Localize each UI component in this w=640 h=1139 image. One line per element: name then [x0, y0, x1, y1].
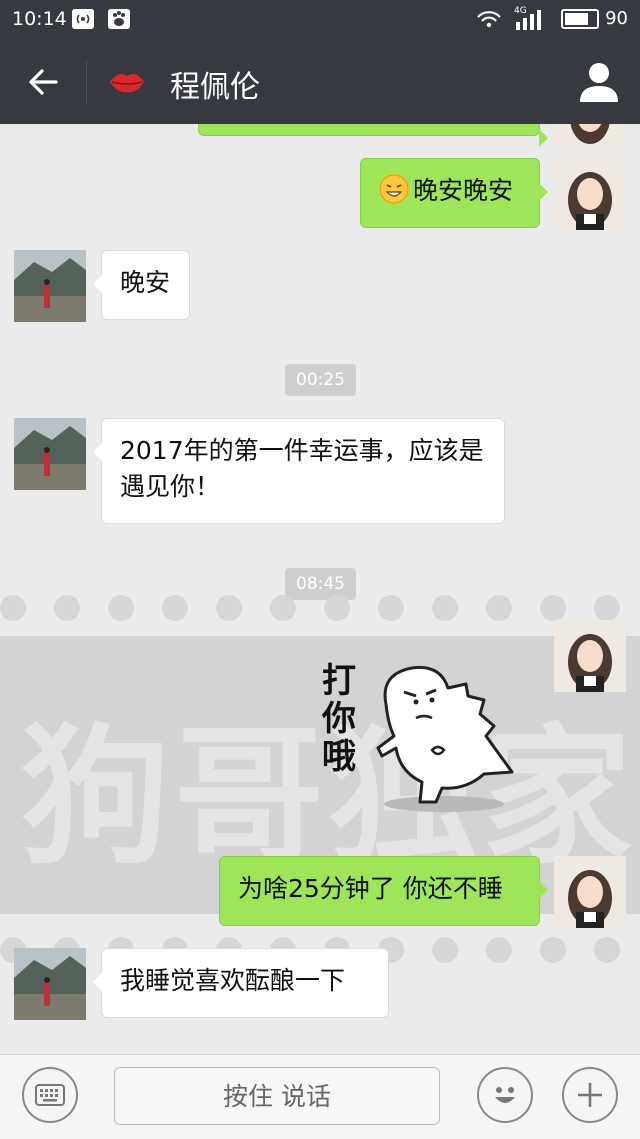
input-bar: 按住 说话 — [0, 1054, 640, 1139]
message-bubble-incoming[interactable]: 晚安 — [93, 250, 190, 320]
timestamp-badge: 00:25 — [285, 364, 356, 396]
grin-emoji-icon — [379, 174, 409, 204]
message-bubble-incoming[interactable]: 我睡觉喜欢酝酿一下 — [93, 948, 389, 1018]
status-bar: 10:14 4G 90 — [0, 0, 640, 40]
plus-icon — [578, 1083, 602, 1107]
watermark-dot — [486, 595, 512, 621]
watermark-dot — [54, 595, 80, 621]
signal-icon — [516, 10, 541, 30]
message-text: 我睡觉喜欢酝酿一下 — [120, 966, 346, 995]
watermark-dot — [486, 937, 512, 963]
keyboard-button[interactable] — [22, 1067, 78, 1123]
dinosaur-sticker[interactable]: 打你哦 — [316, 644, 530, 816]
person-icon[interactable] — [578, 60, 620, 104]
avatar-self[interactable] — [554, 620, 626, 692]
status-time: 10:14 — [12, 8, 67, 30]
hotspot-icon — [72, 9, 94, 29]
watermark-dot — [270, 595, 296, 621]
battery-level: 90 — [605, 8, 628, 29]
message-bubble-incoming[interactable]: 2017年的第一件幸运事，应该是遇见你！ — [93, 418, 505, 524]
message-text: 晚安 — [120, 268, 171, 297]
watermark-dot — [540, 595, 566, 621]
watermark-dot — [162, 595, 188, 621]
avatar-contact[interactable] — [14, 250, 86, 322]
message-bubble-outgoing[interactable]: 为啥25分钟了 你还不睡 — [219, 856, 548, 926]
watermark-dot — [540, 937, 566, 963]
emoji-button[interactable] — [477, 1067, 533, 1123]
watermark-dot — [324, 595, 350, 621]
watermark-dot — [378, 595, 404, 621]
avatar-contact[interactable] — [14, 418, 86, 490]
battery-indicator: 90 — [561, 8, 628, 29]
chat-title: 程佩伦 — [170, 70, 260, 105]
hold-to-talk-button[interactable]: 按住 说话 — [114, 1067, 440, 1125]
baidu-paw-icon — [108, 9, 130, 29]
message-bubble-outgoing[interactable]: 晚安晚安 — [360, 158, 548, 228]
smiley-icon — [495, 1087, 515, 1103]
message-text: 为啥25分钟了 你还不睡 — [238, 874, 503, 903]
avatar-self[interactable] — [554, 856, 626, 928]
watermark-dot — [108, 595, 134, 621]
message-list[interactable]: 晚安晚安 晚安 00:25 2017年的第一件幸运事，应该是遇见你！ 08:45… — [0, 124, 640, 1054]
message-bubble-partial — [198, 124, 548, 147]
watermark-dot — [432, 595, 458, 621]
watermark-dot — [594, 595, 620, 621]
lips-icon — [110, 74, 144, 93]
avatar-self[interactable] — [554, 124, 626, 150]
battery-icon — [561, 8, 600, 29]
message-text: 2017年的第一件幸运事，应该是遇见你！ — [120, 436, 484, 501]
arrow-left-icon[interactable] — [24, 62, 64, 102]
header-divider — [86, 60, 87, 104]
message-text: 晚安晚安 — [413, 176, 514, 205]
watermark-dot — [432, 937, 458, 963]
sticker-text: 打你哦 — [322, 661, 356, 777]
watermark-dot — [216, 595, 242, 621]
avatar-self[interactable] — [554, 158, 626, 230]
wifi-icon — [477, 11, 501, 28]
chat-header: 程佩伦 — [0, 40, 640, 124]
more-options-button[interactable] — [562, 1067, 618, 1123]
watermark-dot — [0, 595, 26, 621]
keyboard-icon — [35, 1084, 65, 1106]
watermark-dot — [594, 937, 620, 963]
avatar-contact[interactable] — [14, 948, 86, 1020]
watermark-dots-top — [0, 595, 640, 621]
